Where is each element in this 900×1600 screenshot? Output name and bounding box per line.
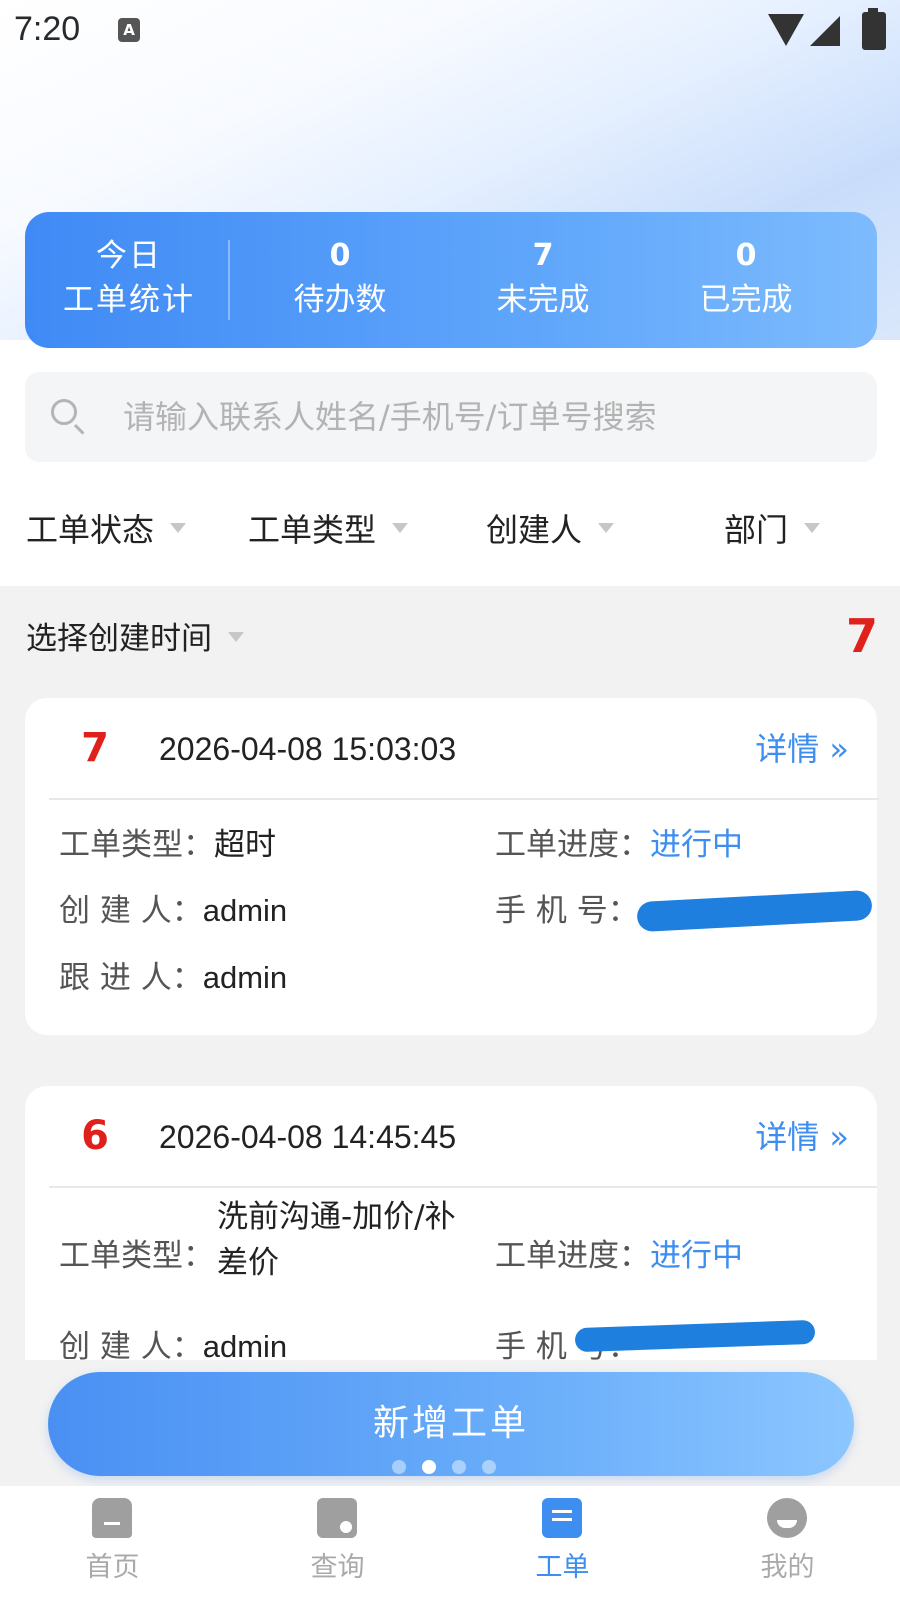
search-box[interactable] [25, 372, 877, 462]
order-phone-field: 手 机 号： [495, 888, 639, 934]
stats-divider [228, 240, 230, 320]
order-progress-label: 工单进度： [495, 827, 650, 863]
order-progress-field: 工单进度：进行中 [495, 1233, 743, 1279]
order-creator-label: 创 建 人： [59, 893, 203, 929]
stat-pending-value: 0 [329, 238, 351, 273]
caret-down-icon [392, 523, 409, 533]
caret-down-icon [170, 523, 187, 533]
caret-down-icon [804, 523, 821, 533]
order-creator-field: 创 建 人：admin [59, 888, 287, 934]
order-type-field: 工单类型：超时 [59, 822, 276, 868]
signal-icon [810, 16, 840, 46]
created-time-filter[interactable]: 选择创建时间 [26, 614, 244, 664]
stat-unfinished-label: 未完成 [496, 282, 590, 318]
notification-icon: A [118, 18, 140, 42]
filter-department-label: 部门 [724, 511, 789, 549]
card-divider [49, 798, 879, 800]
total-count: 7 [845, 609, 878, 663]
order-card-header: 6 2026-04-08 14:45:45 详情 » [25, 1086, 877, 1186]
stat-unfinished-value: 7 [532, 238, 554, 273]
order-follower-field: 跟 进 人：admin [59, 955, 287, 1001]
order-type-field-label: 工单类型： [59, 1238, 214, 1274]
shirt-search-icon [317, 1498, 357, 1538]
page-dot [482, 1460, 496, 1474]
page-indicator [392, 1456, 502, 1476]
order-type-label: 工单类型： [59, 827, 214, 863]
filter-order-status-label: 工单状态 [26, 511, 155, 549]
order-creator-field: 创 建 人：admin [59, 1324, 287, 1360]
stat-finished-value: 0 [735, 238, 757, 273]
order-icon [542, 1498, 582, 1538]
stat-finished[interactable]: 0 已完成 [646, 234, 846, 322]
status-bar: 7:20 A [0, 0, 900, 64]
order-progress-field: 工单进度：进行中 [495, 822, 743, 868]
order-creator-value: admin [202, 893, 288, 928]
order-follower-label: 跟 进 人： [59, 960, 203, 996]
tab-query[interactable]: 查询 [225, 1486, 450, 1600]
order-card[interactable]: 6 2026-04-08 14:45:45 详情 » 工单类型： 洗前沟通-加价… [25, 1086, 877, 1360]
stat-finished-label: 已完成 [699, 282, 793, 318]
tab-profile-label: 我的 [760, 1552, 815, 1583]
stat-pending[interactable]: 0 待办数 [240, 234, 440, 322]
profile-icon [767, 1498, 807, 1538]
filter-order-type[interactable]: 工单类型 [248, 500, 409, 560]
page-dot [452, 1460, 466, 1474]
tab-query-label: 查询 [310, 1552, 365, 1583]
order-creator-label: 创 建 人： [59, 1329, 203, 1360]
filter-order-type-label: 工单类型 [248, 511, 377, 549]
order-creator-value: admin [202, 1329, 288, 1360]
filter-creator-label: 创建人 [486, 511, 583, 549]
order-phone-label: 手 机 号： [495, 893, 639, 929]
stats-title: 今日 工单统计 [25, 234, 233, 322]
search-icon [51, 399, 77, 425]
filter-creator[interactable]: 创建人 [486, 500, 615, 560]
battery-icon [862, 12, 886, 50]
wifi-icon [768, 14, 804, 46]
order-index: 6 [81, 1113, 109, 1159]
tab-orders-label: 工单 [535, 1552, 590, 1583]
order-card-header: 7 2026-04-08 15:03:03 详情 » [25, 698, 877, 798]
tab-home-label: 首页 [85, 1552, 140, 1583]
page-dot-active [422, 1460, 436, 1474]
time-filter-row: 选择创建时间 7 [0, 586, 900, 696]
search-input[interactable] [121, 386, 825, 448]
stat-pending-label: 待办数 [293, 282, 387, 318]
order-card[interactable]: 7 2026-04-08 15:03:03 详情 » 工单类型：超时 工单进度：… [25, 698, 879, 1035]
order-index: 7 [81, 725, 109, 771]
order-type-value: 洗前沟通-加价/补差价 [217, 1199, 456, 1281]
order-created-time: 2026-04-08 15:03:03 [159, 731, 457, 767]
tab-orders[interactable]: 工单 [450, 1486, 675, 1600]
filter-order-status[interactable]: 工单状态 [26, 500, 187, 560]
order-detail-link[interactable]: 详情 » [755, 726, 849, 772]
stat-unfinished[interactable]: 7 未完成 [443, 234, 643, 322]
caret-down-icon [598, 523, 615, 533]
caret-down-icon [228, 631, 244, 642]
today-stats-card: 今日 工单统计 0 待办数 7 未完成 0 已完成 [25, 212, 877, 348]
bottom-tab-bar: 首页 查询 工单 我的 [0, 1486, 900, 1600]
order-created-time: 2026-04-08 14:45:45 [159, 1119, 457, 1155]
order-progress-value: 进行中 [650, 1238, 743, 1274]
phone-redaction-mark [636, 889, 873, 933]
status-time: 7:20 [14, 10, 81, 48]
order-follower-value: admin [202, 960, 288, 995]
tab-profile[interactable]: 我的 [675, 1486, 900, 1600]
tab-home[interactable]: 首页 [0, 1486, 225, 1600]
order-progress-value: 进行中 [650, 827, 743, 863]
filter-bar: 工单状态 工单类型 创建人 部门 [0, 500, 900, 560]
page-dot [392, 1460, 406, 1474]
order-progress-label: 工单进度： [495, 1238, 650, 1274]
created-time-filter-label: 选择创建时间 [26, 621, 212, 657]
stats-title-line2: 工单统计 [63, 282, 195, 318]
card-divider [49, 1186, 877, 1188]
order-type-value: 超时 [214, 827, 276, 862]
home-icon [92, 1498, 132, 1538]
order-detail-link[interactable]: 详情 » [755, 1114, 849, 1160]
stats-title-line1: 今日 [96, 238, 162, 274]
filter-department[interactable]: 部门 [724, 500, 821, 560]
